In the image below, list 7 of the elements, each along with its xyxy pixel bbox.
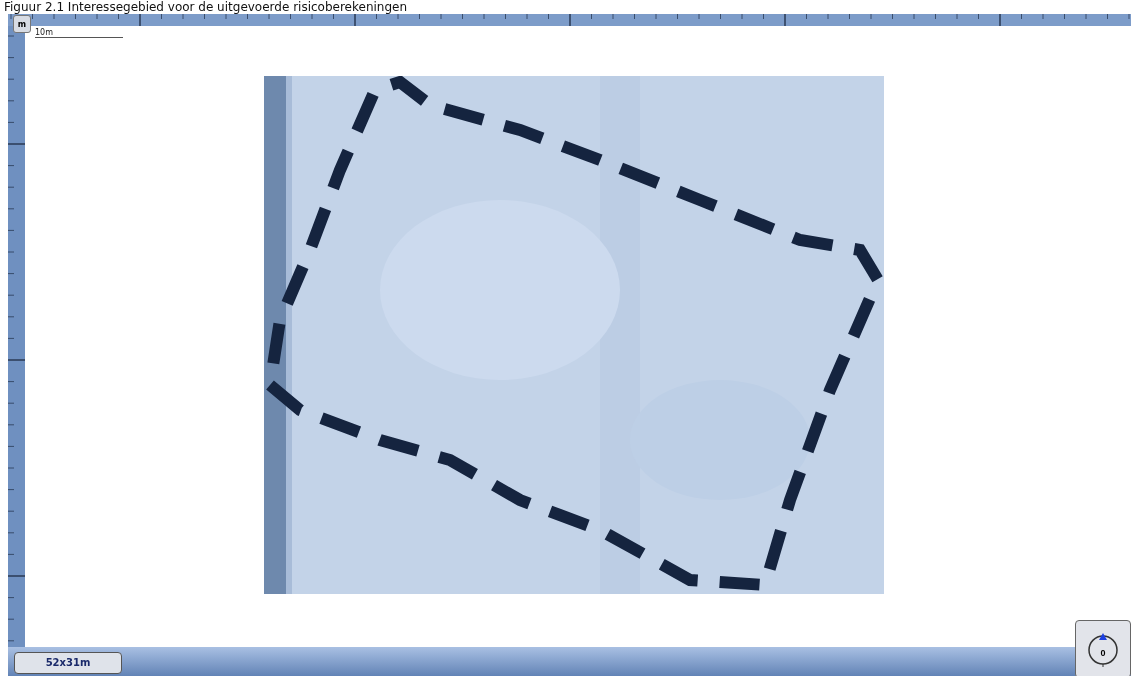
compass-reading: 0	[1100, 648, 1106, 658]
figure-caption: Figuur 2.1 Interessegebied voor de uitgevoerde risicoberekeningen	[3, 0, 409, 14]
compass-button[interactable]: 0	[1075, 620, 1131, 676]
dimensions-button[interactable]: 52x31m	[14, 651, 122, 674]
compass-icon	[1085, 631, 1121, 667]
unit-button[interactable]: m	[13, 15, 31, 33]
scale-bar: 10m	[35, 28, 123, 38]
